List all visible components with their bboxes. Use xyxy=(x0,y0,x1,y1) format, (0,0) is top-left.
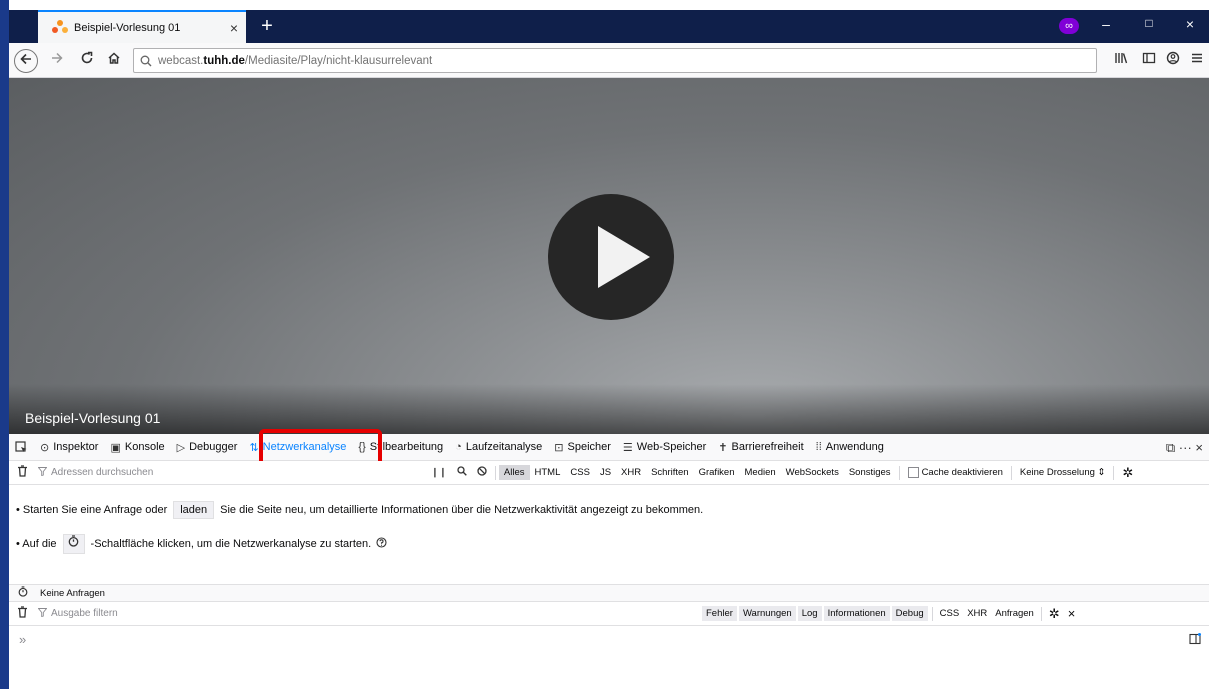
account-icon[interactable] xyxy=(1161,49,1185,73)
stopwatch-icon xyxy=(68,535,79,547)
back-button[interactable] xyxy=(14,49,38,73)
maximize-button[interactable]: □ xyxy=(1134,16,1164,30)
search-icon[interactable] xyxy=(452,466,472,479)
sidebar-toggle-icon[interactable] xyxy=(1137,49,1161,73)
home-icon xyxy=(108,52,120,64)
block-icon[interactable] xyxy=(472,466,492,479)
clear-console-trash-icon[interactable] xyxy=(17,606,28,621)
tab-speicher[interactable]: ⊡ Speicher xyxy=(548,434,617,461)
throttle-select[interactable]: Keine Drosselung ⇕ xyxy=(1015,467,1111,478)
filter-js[interactable]: JS xyxy=(595,467,616,478)
search-icon xyxy=(140,55,152,66)
forward-button[interactable] xyxy=(45,49,69,73)
tab-anwendung[interactable]: ⁞⁞ Anwendung xyxy=(810,434,890,461)
console-icon: ▣ xyxy=(110,441,121,454)
accessibility-icon: ✝ xyxy=(718,441,728,454)
element-picker-button[interactable] xyxy=(9,434,34,461)
trash-icon[interactable] xyxy=(17,465,28,480)
tab-laufzeitanalyse[interactable]: ◔ Laufzeitanalyse xyxy=(449,434,548,461)
tab-web-speicher[interactable]: ☰ Web-Speicher xyxy=(617,434,712,461)
reload-button[interactable] xyxy=(75,49,99,73)
tab-inspektor[interactable]: ⊙ Inspektor xyxy=(34,434,104,461)
performance-icon: ◔ xyxy=(455,441,462,453)
network-hint-timer: • Auf die -Schaltfläche klicken, um die … xyxy=(16,534,387,554)
console-filter-anfragen[interactable]: Anfragen xyxy=(991,606,1038,621)
forward-arrow-icon xyxy=(52,52,63,64)
stopwatch-icon xyxy=(18,586,28,600)
filter-xhr[interactable]: XHR xyxy=(616,467,646,478)
console-filter-css[interactable]: CSS xyxy=(936,606,964,621)
stopwatch-button[interactable] xyxy=(62,534,85,554)
pause-icon[interactable]: ❙❙ xyxy=(426,467,452,478)
devtools-toolbar: ⊙ Inspektor ▣ Konsole ▷ Debugger ⇅ Netzwerka… xyxy=(9,429,1209,466)
tab-close-icon[interactable]: × xyxy=(222,20,246,36)
filter-schriften[interactable]: Schriften xyxy=(646,467,694,478)
debugger-icon: ▷ xyxy=(176,441,186,454)
filter-sonstiges[interactable]: Sonstiges xyxy=(844,467,896,478)
browser-tab[interactable]: Beispiel-Vorlesung 01 × xyxy=(38,10,246,43)
console-sidebar-icon[interactable] xyxy=(1189,633,1201,648)
filter-websockets[interactable]: WebSockets xyxy=(781,467,844,478)
tab-barrierefreiheit[interactable]: ✝ Barrierefreiheit xyxy=(712,434,809,461)
url-filter-input[interactable]: Adressen durchsuchen xyxy=(51,467,426,478)
devtools-window-controls[interactable]: ⧉ ··· × xyxy=(1166,440,1203,456)
network-filter-bar: Adressen durchsuchen ❙❙ Alles HTML CSS J… xyxy=(9,461,1209,485)
reload-page-button[interactable]: laden xyxy=(173,501,215,519)
console-filter-bar: Ausgabe filtern Fehler Warnungen Log Inf… xyxy=(9,602,1209,626)
url-bar[interactable]: webcast.tuhh.de/Mediasite/Play/nicht-kla… xyxy=(133,48,1097,73)
tab-title: Beispiel-Vorlesung 01 xyxy=(74,21,181,34)
play-icon xyxy=(598,226,650,288)
filter-icon xyxy=(37,607,48,620)
console-filter-informationen[interactable]: Informationen xyxy=(823,606,890,621)
network-settings-gear-icon[interactable]: ✲ xyxy=(1117,465,1138,481)
mediasite-favicon-icon xyxy=(52,19,68,36)
storage-icon: ☰ xyxy=(622,441,633,454)
help-icon[interactable] xyxy=(376,537,387,551)
minimize-button[interactable]: – xyxy=(1091,16,1121,32)
url-text: webcast.tuhh.de/Mediasite/Play/nicht-kla… xyxy=(158,54,433,67)
console-filter-xhr[interactable]: XHR xyxy=(963,606,991,621)
filter-alles[interactable]: Alles xyxy=(498,465,530,480)
network-icon: ⇅ xyxy=(249,441,259,454)
play-button[interactable] xyxy=(548,194,674,320)
console-filter-fehler[interactable]: Fehler xyxy=(702,606,737,621)
console-filter-input[interactable]: Ausgabe filtern xyxy=(51,608,701,619)
filter-html[interactable]: HTML xyxy=(530,467,566,478)
cache-checkbox[interactable]: Cache deaktivieren xyxy=(903,466,1008,478)
console-settings-gear-icon[interactable]: ✲ xyxy=(1045,604,1064,624)
video-title: Beispiel-Vorlesung 01 xyxy=(25,410,161,426)
close-window-button[interactable]: × xyxy=(1175,16,1205,32)
reload-icon xyxy=(81,51,93,64)
video-player[interactable]: Beispiel-Vorlesung 01 xyxy=(9,78,1209,434)
developer-tools-panel: ⊙ Inspektor ▣ Konsole ▷ Debugger ⇅ Netzwerka… xyxy=(9,429,1209,689)
navigation-bar: webcast.tuhh.de/Mediasite/Play/nicht-kla… xyxy=(9,43,1209,78)
filter-icon xyxy=(37,466,48,479)
console-filter-log[interactable]: Log xyxy=(797,606,822,621)
network-hint-reload: • Starten Sie eine Anfrage oder laden Si… xyxy=(16,501,703,519)
console-filter-warnungen[interactable]: Warnungen xyxy=(738,606,796,621)
tab-konsole[interactable]: ▣ Konsole xyxy=(104,434,170,461)
element-picker-icon xyxy=(15,440,27,452)
application-icon: ⁞⁞ xyxy=(815,441,822,453)
request-count: Keine Anfragen xyxy=(40,587,105,599)
library-icon[interactable] xyxy=(1109,49,1133,73)
private-browsing-icon: ∞ xyxy=(1059,18,1079,34)
home-button[interactable] xyxy=(102,49,126,73)
tab-strip: Beispiel-Vorlesung 01 × + ∞ – □ × xyxy=(9,10,1209,43)
network-status-bar: Keine Anfragen xyxy=(9,584,1209,602)
inspector-icon: ⊙ xyxy=(40,441,50,454)
back-arrow-icon xyxy=(20,53,31,65)
console-prompt[interactable]: » xyxy=(19,632,26,647)
hamburger-menu-icon[interactable] xyxy=(1185,49,1209,73)
close-console-icon[interactable]: × xyxy=(1064,604,1080,623)
filter-medien[interactable]: Medien xyxy=(740,467,781,478)
window-left-edge xyxy=(0,0,9,689)
console-filter-debug[interactable]: Debug xyxy=(891,606,928,621)
tab-debugger[interactable]: ▷ Debugger xyxy=(171,434,244,461)
memory-icon: ⊡ xyxy=(554,441,564,454)
new-tab-button[interactable]: + xyxy=(255,14,279,38)
filter-css[interactable]: CSS xyxy=(565,467,595,478)
video-gradient-overlay xyxy=(9,384,1209,434)
filter-grafiken[interactable]: Grafiken xyxy=(694,467,740,478)
